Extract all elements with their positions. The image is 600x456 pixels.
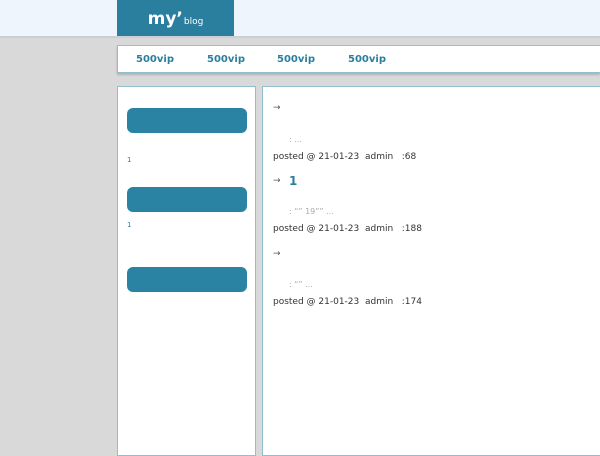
arrow-right-icon: → — [273, 103, 281, 113]
nav-link-3[interactable]: 500vip — [277, 54, 315, 65]
post-meta: posted @ 21-01-23 admin :68 — [273, 152, 417, 162]
sidebar: 1 1 — [117, 86, 256, 456]
arrow-right-icon: → — [273, 176, 281, 186]
nav-bar: 500vip 500vip 500vip 500vip — [117, 45, 600, 73]
top-bar: my’blog — [0, 0, 600, 38]
main-content: → : ... posted @ 21-01-23 admin :68 → 1 … — [262, 86, 600, 456]
sidebar-widget-count-2[interactable]: 1 — [127, 221, 131, 229]
post-summary: : “” 19”” ... — [289, 207, 334, 216]
sidebar-widget-header-3[interactable] — [127, 267, 247, 292]
post-meta: posted @ 21-01-23 admin :188 — [273, 224, 422, 234]
logo-main: my’ — [147, 9, 183, 29]
nav-link-4[interactable]: 500vip — [348, 54, 386, 65]
post-summary: : “” ... — [289, 280, 313, 289]
sidebar-widget-header-2[interactable] — [127, 187, 247, 212]
nav-link-2[interactable]: 500vip — [207, 54, 245, 65]
sidebar-widget-count-1[interactable]: 1 — [127, 156, 131, 164]
post-meta: posted @ 21-01-23 admin :174 — [273, 297, 422, 307]
post-summary: : ... — [289, 135, 302, 144]
post-title[interactable]: 1 — [289, 174, 297, 188]
site-logo[interactable]: my’blog — [117, 0, 234, 36]
logo-sub: blog — [183, 17, 204, 27]
arrow-right-icon: → — [273, 249, 281, 259]
nav-link-1[interactable]: 500vip — [136, 54, 174, 65]
sidebar-widget-header-1[interactable] — [127, 108, 247, 133]
